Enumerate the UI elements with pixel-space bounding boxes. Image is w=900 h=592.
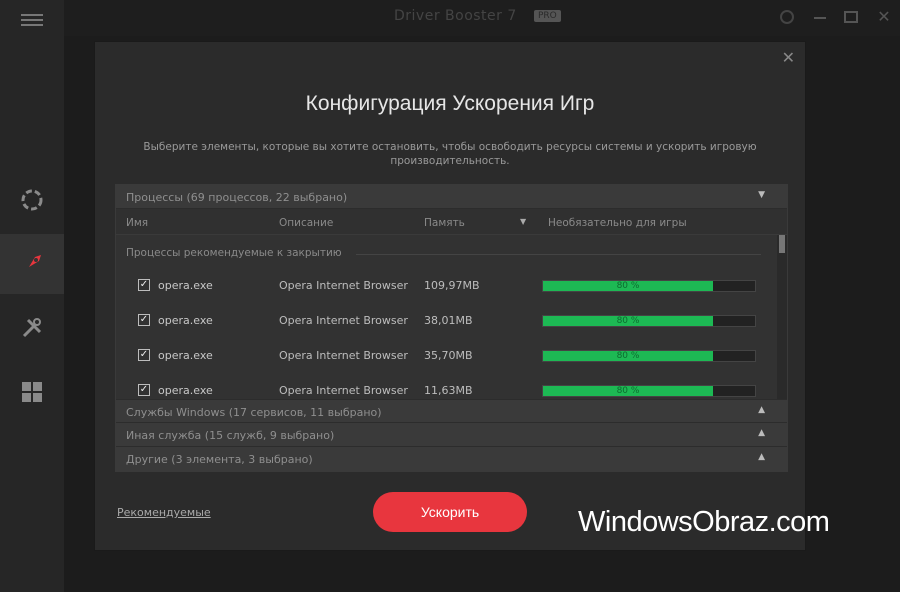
group-label: Процессы рекомендуемые к закрытию xyxy=(126,247,342,259)
process-name: opera.exe xyxy=(158,314,213,327)
row-checkbox[interactable]: ✓ xyxy=(138,349,150,361)
app-sidebar xyxy=(0,0,64,592)
process-description: Opera Internet Browser xyxy=(279,314,408,327)
process-name: opera.exe xyxy=(158,279,213,292)
chevron-up-icon: ▲ xyxy=(758,428,765,438)
process-memory: 109,97MB xyxy=(424,279,480,292)
section-label: Службы Windows (17 сервисов, 11 выбрано) xyxy=(126,406,382,419)
game-boost-config-dialog: ✕ Конфигурация Ускорения Игр Выберите эл… xyxy=(95,42,805,550)
process-description: Opera Internet Browser xyxy=(279,279,408,292)
accelerate-button[interactable]: Ускорить xyxy=(373,492,527,532)
row-checkbox[interactable]: ✓ xyxy=(138,279,150,291)
scrollbar-thumb[interactable] xyxy=(779,235,785,253)
process-row: ✓ opera.exe Opera Internet Browser 35,70… xyxy=(116,341,776,376)
apps-grid-icon[interactable] xyxy=(0,362,64,422)
skin-icon[interactable] xyxy=(780,10,794,24)
row-checkbox[interactable]: ✓ xyxy=(138,314,150,326)
process-memory: 38,01MB xyxy=(424,314,473,327)
row-checkbox[interactable]: ✓ xyxy=(138,384,150,396)
col-name[interactable]: Имя xyxy=(126,217,148,229)
title-bar: Driver Booster 7 PRO ✕ xyxy=(64,0,900,36)
progress-label: 80 % xyxy=(616,281,640,291)
recommended-link[interactable]: Рекомендуемые xyxy=(117,506,211,519)
section-other[interactable]: Другие (3 элемента, 3 выбрано) ▲ xyxy=(116,447,787,471)
version-badge: PRO xyxy=(534,10,561,22)
sort-desc-icon[interactable]: ▼ xyxy=(520,217,526,226)
scrollbar[interactable] xyxy=(777,235,787,399)
process-description: Opera Internet Browser xyxy=(279,384,408,397)
col-description[interactable]: Описание xyxy=(279,217,333,229)
items-panel: Процессы (69 процессов, 22 выбрано) ▼ Им… xyxy=(115,184,788,472)
process-description: Opera Internet Browser xyxy=(279,349,408,362)
app-title: Driver Booster 7 xyxy=(394,8,517,24)
col-memory[interactable]: Память xyxy=(424,217,465,229)
section-processes[interactable]: Процессы (69 процессов, 22 выбрано) ▼ xyxy=(116,185,787,209)
section-label: Другие (3 элемента, 3 выбрано) xyxy=(126,453,313,466)
chevron-up-icon: ▲ xyxy=(758,405,765,415)
section-windows-services[interactable]: Службы Windows (17 сервисов, 11 выбрано)… xyxy=(116,399,787,423)
section-label: Процессы (69 процессов, 22 выбрано) xyxy=(126,191,348,204)
process-row: ✓ opera.exe Opera Internet Browser 38,01… xyxy=(116,306,776,341)
column-headers: Имя Описание Память ▼ Необязательно для … xyxy=(116,209,787,235)
progress-label: 80 % xyxy=(616,316,640,326)
scan-icon[interactable] xyxy=(0,170,64,230)
process-memory: 11,63MB xyxy=(424,384,473,397)
chevron-down-icon: ▼ xyxy=(758,190,765,200)
close-icon[interactable]: ✕ xyxy=(782,50,795,66)
process-memory: 35,70MB xyxy=(424,349,473,362)
maximize-icon[interactable] xyxy=(844,11,858,23)
tools-icon[interactable] xyxy=(0,298,64,358)
process-row: ✓ opera.exe Opera Internet Browser 109,9… xyxy=(116,271,776,306)
minimize-icon[interactable] xyxy=(812,9,828,25)
chevron-up-icon: ▲ xyxy=(758,452,765,462)
progress-label: 80 % xyxy=(616,386,640,396)
dialog-description: Выберите элементы, которые вы хотите ост… xyxy=(143,141,757,167)
watermark: WindowsObraz.com xyxy=(578,506,830,538)
progress-label: 80 % xyxy=(616,351,640,361)
section-other-services[interactable]: Иная служба (15 служб, 9 выбрано) ▲ xyxy=(116,423,787,447)
col-required[interactable]: Необязательно для игры xyxy=(548,217,687,229)
progress-bar: 80 % xyxy=(542,385,756,397)
progress-bar: 80 % xyxy=(542,315,756,327)
progress-bar: 80 % xyxy=(542,350,756,362)
progress-bar: 80 % xyxy=(542,280,756,292)
divider xyxy=(356,254,761,255)
process-name: opera.exe xyxy=(158,349,213,362)
process-name: opera.exe xyxy=(158,384,213,397)
close-window-icon[interactable]: ✕ xyxy=(876,9,892,25)
dialog-title: Конфигурация Ускорения Игр xyxy=(305,92,595,115)
menu-icon[interactable] xyxy=(0,0,64,40)
process-row: ✓ opera.exe Opera Internet Browser 11,63… xyxy=(116,376,776,400)
section-label: Иная служба (15 служб, 9 выбрано) xyxy=(126,429,335,442)
boost-rocket-icon[interactable] xyxy=(0,234,64,294)
